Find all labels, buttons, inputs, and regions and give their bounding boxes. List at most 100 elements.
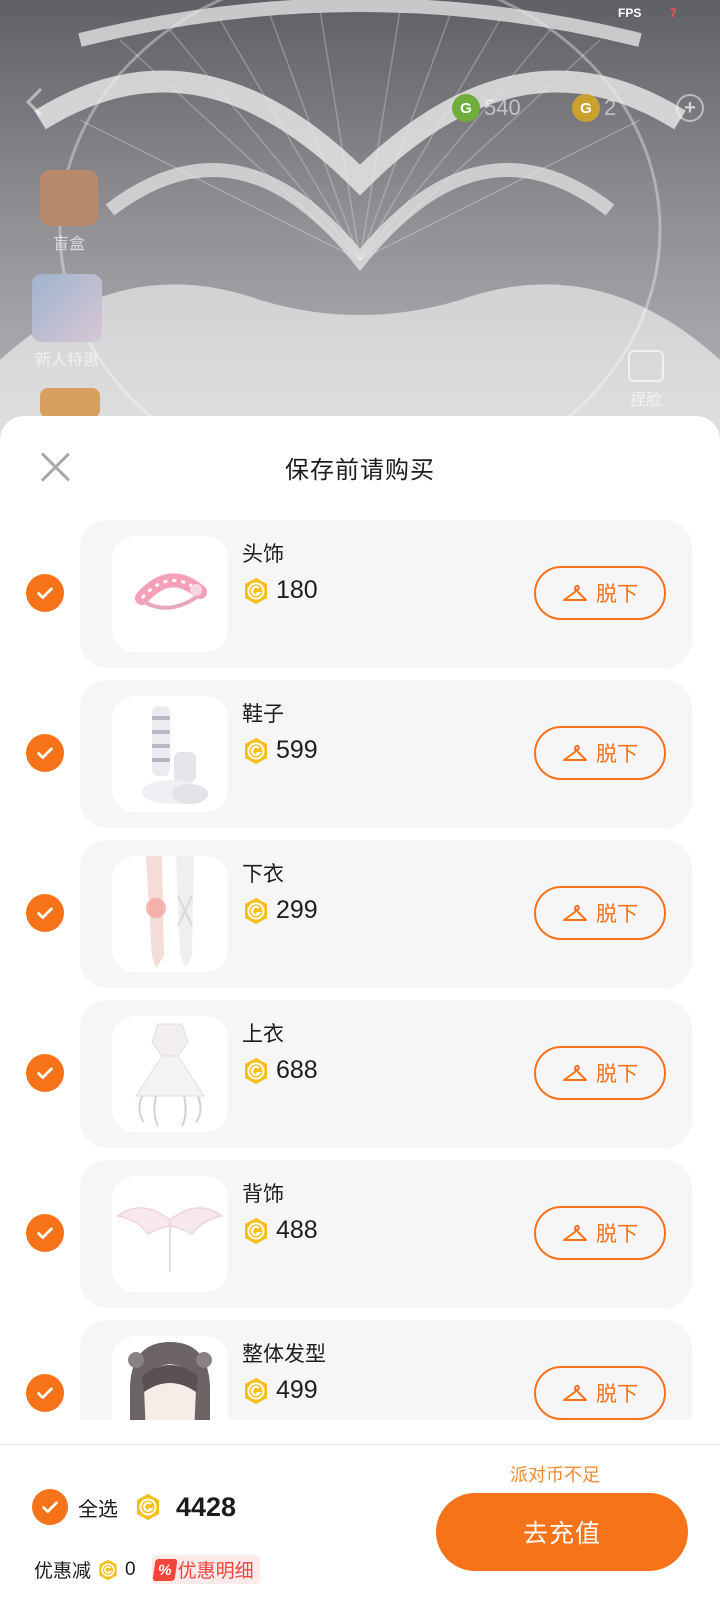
take-off-label: 脱下 bbox=[596, 902, 638, 926]
g-coin-icon bbox=[245, 1217, 267, 1244]
recharge-button[interactable]: 去充值 bbox=[436, 1493, 688, 1571]
discount-detail-link[interactable]: % 优惠明细 bbox=[151, 1555, 260, 1584]
list-item: 上衣 688 脱下 bbox=[0, 1000, 720, 1148]
item-card: 整体发型 499 脱下 bbox=[80, 1320, 692, 1420]
checkbox-checked[interactable] bbox=[26, 894, 64, 932]
checkmark-icon bbox=[37, 907, 53, 919]
g-coin-gold-icon: G bbox=[572, 94, 600, 122]
hanger-icon bbox=[563, 584, 587, 601]
hanger-icon bbox=[563, 904, 587, 921]
green-currency-value: 540 bbox=[484, 95, 521, 120]
checkbox-checked[interactable] bbox=[26, 574, 64, 612]
item-price-value: 180 bbox=[276, 576, 318, 604]
take-off-button[interactable]: 脱下 bbox=[534, 886, 666, 940]
discount-line: 优惠减 0 % 优惠明细 bbox=[34, 1555, 260, 1584]
take-off-label: 脱下 bbox=[596, 1382, 638, 1406]
take-off-button[interactable]: 脱下 bbox=[534, 1366, 666, 1420]
take-off-button[interactable]: 脱下 bbox=[534, 566, 666, 620]
checkmark-icon bbox=[37, 1067, 53, 1079]
fps-value: 7 bbox=[670, 6, 677, 20]
take-off-button[interactable]: 脱下 bbox=[534, 1206, 666, 1260]
game-scene-background: FPS 7 G 540 G 2 + 盲盒 新人特惠 捏脸 bbox=[0, 0, 720, 440]
g-coin-icon bbox=[245, 1377, 267, 1404]
item-image-shoes bbox=[112, 696, 228, 812]
pinch-face-icon bbox=[628, 350, 664, 382]
blind-box-button[interactable]: 盲盒 bbox=[40, 170, 98, 254]
item-image-stockings bbox=[112, 856, 228, 972]
checkmark-icon bbox=[42, 1501, 58, 1513]
new-pack-label: 新人特惠 bbox=[34, 350, 99, 369]
item-card: 头饰 180 脱下 bbox=[80, 520, 692, 668]
item-card: 下衣 299 脱下 bbox=[80, 840, 692, 988]
checkbox-checked[interactable] bbox=[26, 1054, 64, 1092]
total-price: 4428 bbox=[176, 1491, 237, 1522]
discount-label: 优惠减 bbox=[34, 1560, 92, 1582]
take-off-label: 脱下 bbox=[596, 582, 638, 606]
item-card: 背饰 488 脱下 bbox=[80, 1160, 692, 1308]
gift-box-icon bbox=[40, 170, 98, 226]
item-price-value: 688 bbox=[276, 1056, 318, 1084]
item-price-value: 488 bbox=[276, 1216, 318, 1244]
g-coin-icon bbox=[245, 737, 267, 764]
purchase-sheet: 保存前请购买 头饰 180 脱下 鞋子 599 脱下 下衣 299 脱下 上衣 … bbox=[0, 416, 720, 1600]
checkbox-checked[interactable] bbox=[26, 1214, 64, 1252]
new-pack-icon bbox=[32, 274, 102, 342]
item-card: 鞋子 599 脱下 bbox=[80, 680, 692, 828]
g-coin-green-icon: G bbox=[452, 94, 480, 122]
item-price: 180 bbox=[242, 576, 318, 605]
pinch-face-label: 捏脸 bbox=[629, 390, 662, 409]
item-price: 299 bbox=[242, 896, 318, 925]
checkbox-checked[interactable] bbox=[26, 1374, 64, 1412]
select-all-toggle[interactable]: 全选 4428 bbox=[32, 1489, 236, 1525]
take-off-label: 脱下 bbox=[596, 1222, 638, 1246]
fps-label: FPS bbox=[618, 6, 642, 20]
take-off-button[interactable]: 脱下 bbox=[534, 1046, 666, 1100]
g-coin-icon bbox=[245, 897, 267, 924]
sheet-title: 保存前请购买 bbox=[285, 456, 435, 484]
plus-icon[interactable]: + bbox=[676, 94, 704, 122]
take-off-label: 脱下 bbox=[596, 1062, 638, 1086]
side-menu-item-partial[interactable] bbox=[40, 388, 100, 418]
item-price-value: 599 bbox=[276, 736, 318, 764]
item-name: 头饰 bbox=[242, 542, 284, 566]
take-off-label: 脱下 bbox=[596, 742, 638, 766]
discount-detail-label: 优惠明细 bbox=[177, 1560, 254, 1582]
item-price: 499 bbox=[242, 1376, 318, 1405]
g-coin-icon bbox=[245, 1057, 267, 1084]
checkmark-icon bbox=[37, 1387, 53, 1399]
select-all-label: 全选 bbox=[78, 1496, 118, 1521]
hanger-icon bbox=[563, 1384, 587, 1401]
new-pack-button[interactable]: 新人特惠 bbox=[32, 274, 102, 370]
item-name: 上衣 bbox=[242, 1022, 284, 1046]
item-image-wings bbox=[112, 1176, 228, 1292]
green-currency: G 540 bbox=[452, 94, 521, 122]
list-item: 下衣 299 脱下 bbox=[0, 840, 720, 988]
list-item: 头饰 180 脱下 bbox=[0, 520, 720, 668]
item-name: 背饰 bbox=[242, 1182, 284, 1206]
item-price-value: 499 bbox=[276, 1376, 318, 1404]
percent-icon: % bbox=[152, 1558, 178, 1581]
item-price: 599 bbox=[242, 736, 318, 765]
ornament-cage-art bbox=[0, 0, 720, 440]
hanger-icon bbox=[563, 1224, 587, 1241]
take-off-button[interactable]: 脱下 bbox=[534, 726, 666, 780]
gold-currency: G 2 bbox=[572, 94, 616, 122]
item-name: 鞋子 bbox=[242, 702, 284, 726]
g-coin-icon bbox=[245, 577, 267, 604]
list-item: 整体发型 499 脱下 bbox=[0, 1320, 720, 1420]
checkmark-icon bbox=[37, 747, 53, 759]
checkbox-checked[interactable] bbox=[32, 1489, 68, 1525]
blind-box-label: 盲盒 bbox=[52, 234, 85, 253]
item-price: 688 bbox=[242, 1056, 318, 1085]
item-image-dress bbox=[112, 1016, 228, 1132]
checkmark-icon bbox=[37, 1227, 53, 1239]
item-name: 下衣 bbox=[242, 862, 284, 886]
pinch-face-button[interactable]: 捏脸 bbox=[628, 350, 664, 410]
hanger-icon bbox=[563, 1064, 587, 1081]
item-list[interactable]: 头饰 180 脱下 鞋子 599 脱下 下衣 299 脱下 上衣 688 脱下 … bbox=[0, 520, 720, 1420]
checkbox-checked[interactable] bbox=[26, 734, 64, 772]
g-coin-icon bbox=[137, 1494, 159, 1520]
item-image-headband bbox=[112, 536, 228, 652]
gold-currency-value: 2 bbox=[604, 95, 617, 120]
checkout-footer: 派对币不足 全选 4428 优惠减 0 % 优惠明细 去充值 bbox=[0, 1444, 720, 1600]
